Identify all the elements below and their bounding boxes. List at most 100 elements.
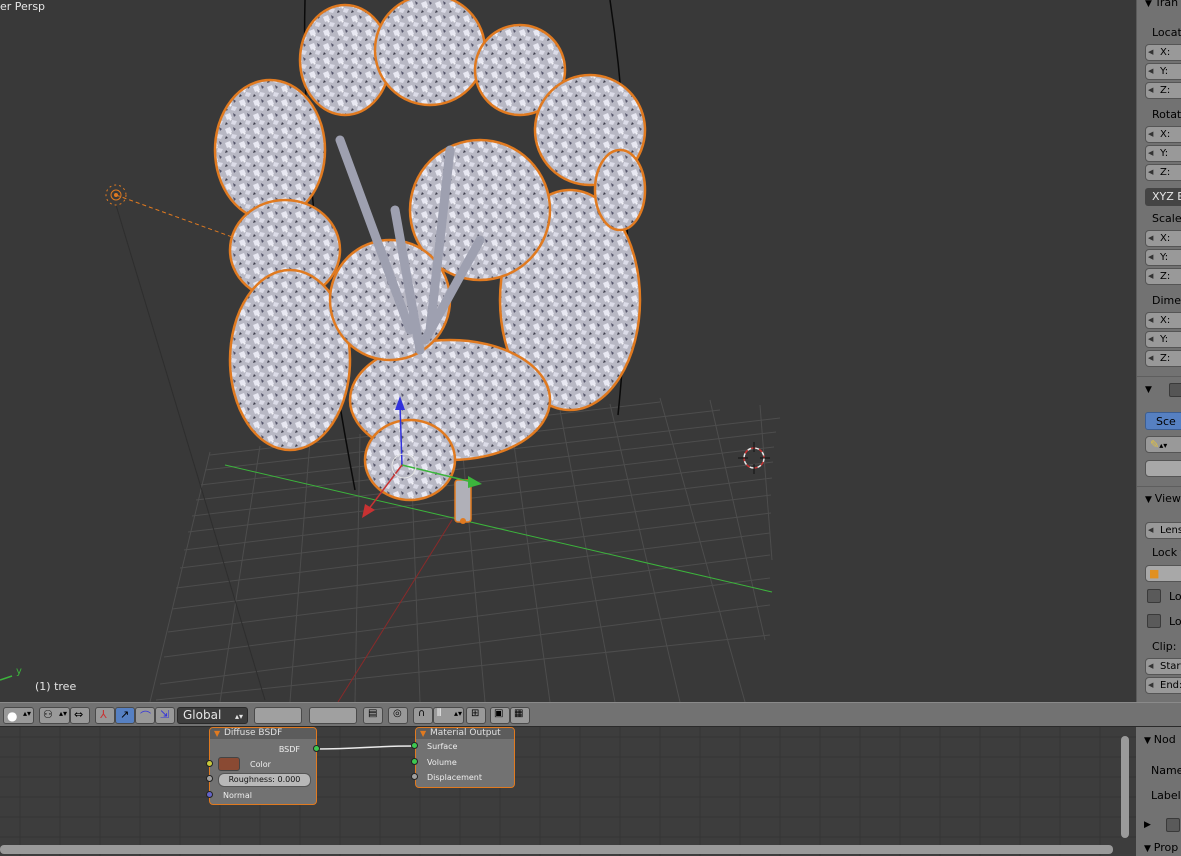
volume-input-socket[interactable] [411, 758, 418, 765]
surface-input-label: Surface [427, 742, 458, 751]
rotation-mode-select[interactable]: XYZ E [1145, 188, 1181, 206]
scene-button[interactable]: Sce [1145, 412, 1181, 430]
rotation-x-label: X: [1160, 129, 1171, 140]
surface-input-socket[interactable] [411, 742, 418, 749]
rotation-x-field[interactable]: ◀ X: [1145, 126, 1181, 143]
panel-divider [1137, 486, 1181, 487]
material-output-node[interactable]: ▼ Material Output Surface Volume Displace… [415, 727, 515, 788]
roughness-input-socket[interactable] [206, 775, 213, 782]
scale-icon: ⇲ [160, 708, 170, 721]
lock-camera-checkbox[interactable] [1147, 614, 1161, 628]
scale-y-field[interactable]: ◀ Y: [1145, 249, 1181, 266]
dimensions-x-field[interactable]: ◀ X: [1145, 312, 1181, 329]
axis-widget-y-label: y [16, 666, 22, 677]
lens-label: Lens [1160, 525, 1181, 536]
material-output-header[interactable]: ▼ Material Output [416, 728, 514, 739]
clip-label: Clip: [1152, 640, 1177, 653]
viewport-shading-select[interactable]: ● ▴▾ [3, 707, 34, 724]
node-editor-vertical-scrollbar[interactable] [1121, 736, 1129, 838]
snap-element-select[interactable]: ⫴ ▴▾ [433, 707, 464, 724]
properties-panel-header[interactable]: ▼ Prop [1144, 841, 1178, 854]
properties-sidebar[interactable]: ▼ Tran Locati ◀X: ◀Y: ◀Z: Rotati ◀X: ◀Y:… [1136, 0, 1181, 702]
dimensions-y-label: Y: [1160, 334, 1169, 345]
cube-icon: ■ [1149, 567, 1160, 580]
clip-end-field[interactable]: ◀ End: [1145, 677, 1181, 694]
node-editor[interactable]: ▼ Diffuse BSDF BSDF Color Roughness: 0.00… [0, 727, 1136, 856]
spinner-icon: ▴▾ [234, 712, 243, 721]
node-properties-sidebar[interactable]: ▼ Nod Name Label: ▶ ▼ Prop [1136, 727, 1181, 856]
bsdf-output-socket[interactable] [313, 745, 320, 752]
manipulator-toggle-button[interactable]: ⅄ [95, 707, 115, 724]
diffuse-node-header[interactable]: ▼ Diffuse BSDF [210, 728, 316, 739]
rotation-z-label: Z: [1160, 167, 1171, 178]
lens-field[interactable]: ◀ Lens [1145, 522, 1181, 539]
collapse-triangle-icon: ▼ [214, 729, 221, 738]
translate-manipulator-button[interactable]: ↗ [115, 707, 135, 724]
node-editor-canvas [0, 727, 1136, 856]
view-header-label: View [1154, 492, 1181, 505]
viewport-header: ● ▴▾ ⚇ ▴▾ ⇔ ⅄ ↗ ⌒ ⇲ Global ▴▾ ▤ ◎ ∩ ⫴ ▴▾ ⊞ ▣… [0, 702, 1181, 727]
lock-object-field[interactable]: ■ [1145, 565, 1181, 582]
dimensions-z-field[interactable]: ◀ Z: [1145, 350, 1181, 367]
roughness-field[interactable]: Roughness: 0.000 [218, 773, 311, 787]
opengl-render-animation-button[interactable]: ▦ [510, 707, 530, 724]
view-panel-header[interactable]: ▼ View [1145, 492, 1181, 505]
opengl-render-image-button[interactable]: ▣ [490, 707, 510, 724]
diffuse-node-title: Diffuse BSDF [224, 728, 283, 738]
viewport-canvas[interactable] [0, 0, 1136, 702]
rotation-y-field[interactable]: ◀ Y: [1145, 145, 1181, 162]
pivot-icon: ⚇ [43, 708, 53, 721]
location-x-field[interactable]: ◀ X: [1145, 44, 1181, 61]
scale-manipulator-button[interactable]: ⇲ [155, 707, 175, 724]
layer-lock-button[interactable]: ▤ [363, 707, 383, 724]
scale-x-field[interactable]: ◀ X: [1145, 230, 1181, 247]
normal-input-socket[interactable] [206, 791, 213, 798]
location-x-label: X: [1160, 47, 1171, 58]
color-input-label: Color [250, 760, 271, 769]
scale-y-label: Y: [1160, 252, 1169, 263]
clapperboard-icon: ▦ [514, 708, 524, 719]
transform-panel-header[interactable]: ▼ Tran [1145, 0, 1178, 9]
node-collapsed-panel-header[interactable]: ▶ [1144, 817, 1180, 832]
node-panel-toggle-checkbox[interactable] [1166, 818, 1180, 832]
location-y-field[interactable]: ◀ Y: [1145, 63, 1181, 80]
translate-arrow-icon: ↗ [120, 708, 130, 721]
diffuse-bsdf-node[interactable]: ▼ Diffuse BSDF BSDF Color Roughness: 0.00… [209, 727, 317, 805]
location-label: Locati [1152, 26, 1181, 39]
snap-increment-icon: ⫴ [437, 708, 442, 719]
location-z-field[interactable]: ◀ Z: [1145, 82, 1181, 99]
node-panel-header[interactable]: ▼ Nod [1144, 733, 1176, 746]
node-label-label: Label: [1151, 789, 1181, 802]
color-input-socket[interactable] [206, 760, 213, 767]
transform-orientation-select[interactable]: Global ▴▾ [177, 707, 248, 724]
pencil-tool-field[interactable]: ✎▴▾ [1145, 436, 1181, 453]
pivot-point-select[interactable]: ⚇ ▴▾ [39, 707, 70, 724]
scene-layers-group-2[interactable] [309, 707, 357, 724]
scale-z-field[interactable]: ◀ Z: [1145, 268, 1181, 285]
node-link-bsdf-surface[interactable] [315, 745, 416, 750]
grease-pencil-panel-header[interactable]: ▼ [1145, 382, 1181, 397]
snap-toggle-button[interactable]: ∩ [413, 707, 433, 724]
lamp-object[interactable] [105, 184, 127, 206]
color-swatch[interactable] [218, 757, 240, 771]
clip-start-field[interactable]: ◀Start [1145, 658, 1181, 675]
grease-pencil-toggle-checkbox[interactable] [1169, 383, 1181, 397]
layers-icon: ▤ [368, 708, 378, 719]
lock-to-cursor-checkbox[interactable] [1147, 589, 1161, 603]
proportional-edit-button[interactable]: ◎ [388, 707, 408, 724]
scale-x-label: X: [1160, 233, 1171, 244]
clip-start-label: Start [1160, 661, 1181, 672]
grease-pencil-action-button[interactable] [1145, 460, 1181, 477]
3d-viewport[interactable]: er Persp (1) tree y [0, 0, 1136, 702]
tree-object[interactable] [213, 0, 647, 524]
node-editor-horizontal-scrollbar[interactable] [0, 845, 1113, 854]
pivot-align-button[interactable]: ⇔ [70, 707, 90, 724]
camera-icon: ▣ [494, 708, 504, 719]
snap-target-button[interactable]: ⊞ [466, 707, 486, 724]
scene-layers-group-1[interactable] [254, 707, 302, 724]
displacement-input-socket[interactable] [411, 773, 418, 780]
rotate-manipulator-button[interactable]: ⌒ [135, 707, 155, 724]
rotation-z-field[interactable]: ◀ Z: [1145, 164, 1181, 181]
bsdf-output-label: BSDF [278, 745, 300, 754]
dimensions-y-field[interactable]: ◀ Y: [1145, 331, 1181, 348]
